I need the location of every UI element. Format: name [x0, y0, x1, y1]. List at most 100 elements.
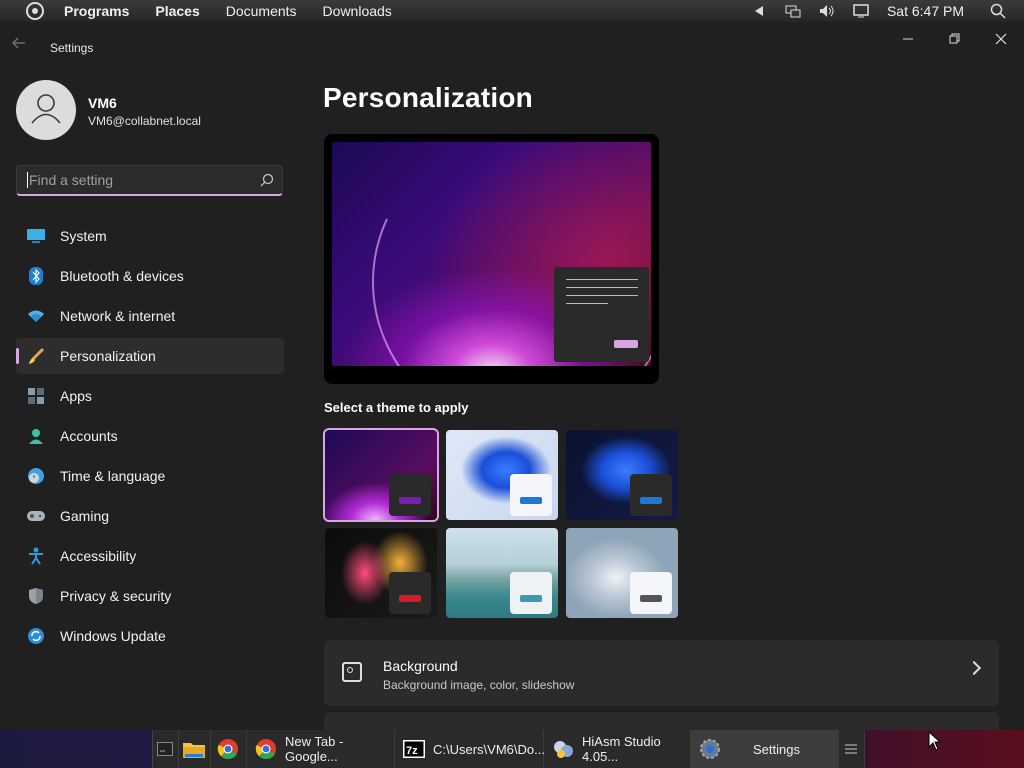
- theme-preview: [324, 134, 659, 384]
- menu-programs[interactable]: Programs: [64, 3, 129, 19]
- arrow-left-icon[interactable]: [751, 4, 767, 18]
- chrome-icon: [255, 739, 276, 760]
- sidebar-item-gaming[interactable]: Gaming: [16, 498, 284, 534]
- theme-bloom-dark[interactable]: [566, 430, 678, 520]
- folder-icon: [183, 743, 205, 758]
- restore-button[interactable]: [940, 28, 970, 50]
- sidebar-item-privacy-security[interactable]: Privacy & security: [16, 578, 284, 614]
- background-setting-row[interactable]: Background Background image, color, slid…: [324, 640, 999, 706]
- sidebar-item-accessibility[interactable]: Accessibility: [16, 538, 284, 574]
- bluetooth-icon: [27, 267, 45, 285]
- arrow-back-icon: [12, 37, 25, 49]
- menu-downloads[interactable]: Downloads: [323, 3, 392, 19]
- avatar[interactable]: [16, 80, 76, 140]
- preview-window-card: [554, 267, 649, 362]
- chrome-icon: [217, 739, 238, 760]
- theme-glow-dark[interactable]: [323, 428, 439, 522]
- theme-captured-motion[interactable]: [325, 528, 437, 618]
- taskbar-files[interactable]: [179, 730, 211, 768]
- sidebar-item-network-internet[interactable]: Network & internet: [16, 298, 284, 334]
- hiasm-icon: [554, 741, 573, 758]
- profile-email: VM6@collabnet.local: [88, 114, 201, 128]
- sidebar-item-label: Time & language: [60, 468, 166, 484]
- sidebar-item-accounts[interactable]: Accounts: [16, 418, 284, 454]
- clock[interactable]: Sat 6:47 PM: [887, 3, 964, 19]
- terminal-icon: [157, 742, 173, 756]
- back-button[interactable]: [12, 36, 34, 54]
- search-icon[interactable]: [990, 3, 1006, 19]
- taskbar-label: New Tab - Google...: [285, 734, 344, 764]
- user-icon: [31, 94, 61, 124]
- minimize-icon: [903, 38, 913, 40]
- taskbar-hiasm[interactable]: HiAsm Studio 4.05...: [544, 730, 691, 768]
- sidebar-item-label: Personalization: [60, 348, 156, 364]
- 7zip-icon: 7z: [403, 740, 425, 758]
- settings-gear-icon: [700, 739, 720, 759]
- network-icon[interactable]: [785, 4, 801, 18]
- sidebar-item-label: Network & internet: [60, 308, 176, 324]
- taskbar-menu[interactable]: [839, 730, 865, 768]
- update-icon: [27, 627, 45, 645]
- accounts-icon: [27, 427, 45, 445]
- close-button[interactable]: [986, 28, 1016, 50]
- theme-flow[interactable]: [446, 528, 558, 618]
- system-icon: [27, 227, 45, 245]
- sidebar-item-label: Accounts: [60, 428, 118, 444]
- taskbar-terminal[interactable]: [153, 730, 179, 768]
- sidebar-item-label: Accessibility: [60, 548, 137, 564]
- apps-icon: [27, 387, 45, 405]
- image-icon: [342, 662, 362, 682]
- volume-icon[interactable]: [819, 4, 835, 18]
- taskbar-chrome[interactable]: [211, 730, 247, 768]
- theme-bloom-light[interactable]: [446, 430, 558, 520]
- display-icon[interactable]: [853, 4, 869, 18]
- sidebar-nav: System Bluetooth & devices Network & int…: [16, 218, 284, 658]
- search-input[interactable]: [27, 172, 252, 188]
- window-title: Settings: [50, 41, 94, 55]
- sidebar-item-windows-update[interactable]: Windows Update: [16, 618, 284, 654]
- menu-logo-icon[interactable]: [26, 2, 44, 20]
- menu-places[interactable]: Places: [155, 3, 199, 19]
- taskbar-strip: New Tab - Google... 7z C:\Users\VM6\Do..…: [152, 730, 865, 768]
- profile-name: VM6: [88, 95, 117, 111]
- theme-sunrise[interactable]: [566, 528, 678, 618]
- hamburger-menu-icon: [845, 744, 857, 754]
- taskbar-settings[interactable]: Settings: [691, 730, 839, 768]
- top-panel: Programs Places Documents Downloads Sat …: [0, 0, 1024, 22]
- menu-documents[interactable]: Documents: [226, 3, 297, 19]
- gaming-icon: [27, 507, 45, 525]
- sidebar-item-label: Privacy & security: [60, 588, 172, 604]
- taskbar-label: C:\Users\VM6\Do...: [433, 741, 545, 757]
- wifi-icon: [27, 307, 45, 325]
- sidebar-item-time-language[interactable]: Time & language: [16, 458, 284, 494]
- close-icon: [995, 33, 1007, 45]
- accessibility-icon: [27, 547, 45, 565]
- sidebar-item-label: Apps: [60, 388, 92, 404]
- sidebar-item-apps[interactable]: Apps: [16, 378, 284, 414]
- mouse-cursor-icon: [928, 731, 942, 751]
- shield-icon: [27, 587, 45, 605]
- page-title: Personalization: [323, 82, 533, 113]
- taskbar-label: Settings: [753, 741, 800, 757]
- search-box[interactable]: [16, 165, 283, 196]
- taskbar-7zip[interactable]: 7z C:\Users\VM6\Do...: [395, 730, 545, 768]
- background-title: Background: [383, 658, 458, 674]
- sidebar-item-label: System: [60, 228, 107, 244]
- restore-icon: [949, 33, 960, 44]
- background-subtitle: Background image, color, slideshow: [383, 678, 575, 692]
- svg-text:7z: 7z: [406, 745, 418, 757]
- title-bar: Settings: [0, 22, 1024, 66]
- sidebar-item-system[interactable]: System: [16, 218, 284, 254]
- sidebar-item-bluetooth-devices[interactable]: Bluetooth & devices: [16, 258, 284, 294]
- minimize-button[interactable]: [894, 28, 924, 50]
- search-icon[interactable]: [252, 166, 282, 194]
- sidebar-item-personalization[interactable]: Personalization: [16, 338, 284, 374]
- brush-icon: [27, 347, 45, 365]
- time-language-icon: [27, 467, 45, 485]
- sidebar-item-label: Bluetooth & devices: [60, 268, 184, 284]
- taskbar-new-tab[interactable]: New Tab - Google...: [247, 730, 395, 768]
- taskbar: New Tab - Google... 7z C:\Users\VM6\Do..…: [0, 730, 1024, 768]
- sidebar-item-label: Windows Update: [60, 628, 166, 644]
- wallpaper-preview-image: [332, 142, 651, 366]
- next-setting-row[interactable]: [324, 712, 999, 730]
